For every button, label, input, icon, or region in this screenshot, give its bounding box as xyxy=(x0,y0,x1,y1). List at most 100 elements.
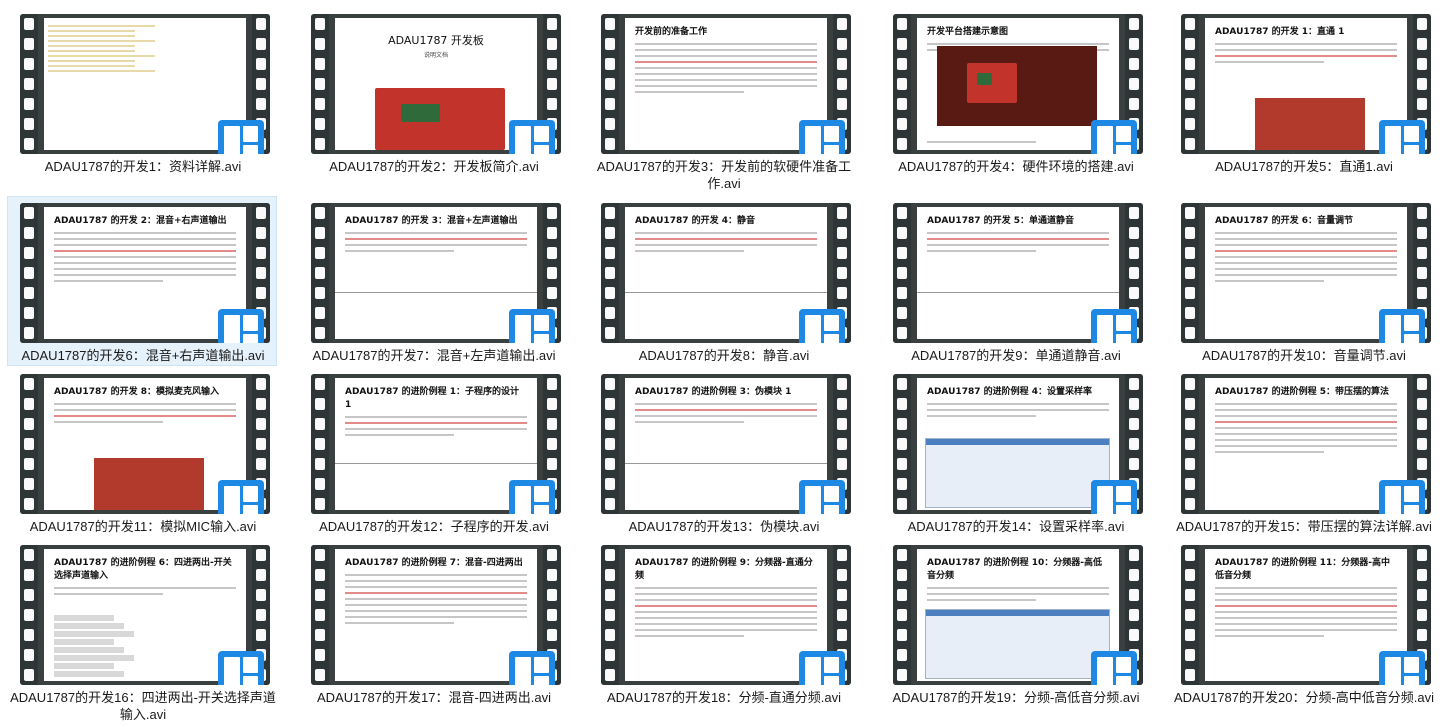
film-hole xyxy=(605,498,615,510)
video-thumbnail[interactable]: ADAU1787 的进阶例程 4：设置采样率 xyxy=(893,374,1143,514)
video-thumbnail[interactable]: ADAU1787 的开发 4：静音 xyxy=(601,203,851,343)
file-item[interactable]: ADAU1787 的开发 5：单通道静音 ADAU1787的开发9：单通道静音.a… xyxy=(880,196,1150,366)
video-thumbnail[interactable]: ADAU1787 的开发 1：直通 1 xyxy=(1181,14,1431,154)
filmstrip-left xyxy=(311,374,329,514)
video-thumbnail[interactable]: ADAU1787 开发板 说明文档 xyxy=(311,14,561,154)
file-item[interactable]: ADAU1787 的开发 4：静音 ADAU1787的开发8：静音.avi xyxy=(588,196,858,366)
file-item[interactable]: 开发前的准备工作 ADAU1787的开发3：开发前的软硬件准备工作.avi xyxy=(588,7,858,191)
file-item[interactable]: ADAU1787 的开发 6：音量调节 ADAU1787的开发10：音量调节.av… xyxy=(1168,196,1438,366)
video-thumbnail[interactable]: ADAU1787 的开发 5：单通道静音 xyxy=(893,203,1143,343)
film-hole xyxy=(256,458,266,470)
video-thumbnail[interactable]: ADAU1787 的进阶例程 5：带压摆的算法 xyxy=(1181,374,1431,514)
film-hole xyxy=(897,378,907,390)
file-item[interactable]: ADAU1787 的进阶例程 4：设置采样率 ADAU1787的开发14：设置采样… xyxy=(880,367,1150,537)
text-line xyxy=(927,593,1109,595)
file-name-label: ADAU1787的开发4：硬件环境的搭建.avi xyxy=(898,159,1134,174)
film-hole xyxy=(897,98,907,110)
filmstrip-left xyxy=(20,203,38,343)
film-hole xyxy=(315,98,325,110)
video-thumbnail[interactable]: ADAU1787 的开发 2：混音+右声道输出 xyxy=(20,203,270,343)
text-line xyxy=(927,141,1037,143)
text-line xyxy=(1215,232,1397,234)
video-thumbnail[interactable]: ADAU1787 的开发 3：混音+左声道输出 xyxy=(311,203,561,343)
film-hole xyxy=(605,78,615,90)
preview-title: ADAU1787 的进阶例程 6：四进两出-开关选择声道输入 xyxy=(54,558,232,581)
text-line xyxy=(635,605,817,607)
film-hole xyxy=(1185,227,1195,239)
film-hole xyxy=(897,58,907,70)
film-hole xyxy=(1185,398,1195,410)
film-hole xyxy=(837,609,847,621)
text-line xyxy=(54,409,236,411)
film-hole xyxy=(837,418,847,430)
preview-title: ADAU1787 的进阶例程 9：分频器-直通分频 xyxy=(635,558,813,581)
file-item[interactable]: ADAU1787 的进阶例程 6：四进两出-开关选择声道输入 ADAU1787的开… xyxy=(7,538,277,722)
video-thumbnail[interactable]: ADAU1787 的开发 8：模拟麦克风输入 xyxy=(20,374,270,514)
file-item[interactable]: ADAU1787 的开发 3：混音+左声道输出 ADAU1787的开发7：混音+左… xyxy=(298,196,568,366)
video-thumbnail[interactable]: 开发前的准备工作 xyxy=(601,14,851,154)
file-name-label: ADAU1787的开发20：分频-高中低音分频.avi xyxy=(1173,690,1435,705)
film-hole xyxy=(1185,247,1195,259)
text-line xyxy=(635,617,817,619)
video-thumbnail[interactable]: ADAU1787 的进阶例程 10：分频器-高低音分频 xyxy=(893,545,1143,685)
film-hole xyxy=(1185,307,1195,319)
film-hole xyxy=(897,458,907,470)
film-hole xyxy=(315,378,325,390)
film-hole xyxy=(315,649,325,661)
file-item[interactable]: ADAU1787 的进阶例程 10：分频器-高低音分频 ADAU1787的开发19… xyxy=(880,538,1150,708)
badge-block xyxy=(1403,486,1419,502)
tree-row xyxy=(54,655,134,661)
video-thumbnail[interactable]: ADAU1787 的进阶例程 7：混音-四进两出 xyxy=(311,545,561,685)
video-thumbnail[interactable]: ADAU1787 的开发 6：音量调节 xyxy=(1181,203,1431,343)
video-thumbnail[interactable]: ADAU1787 的进阶例程 6：四进两出-开关选择声道输入 xyxy=(20,545,270,685)
film-hole xyxy=(605,478,615,490)
film-hole xyxy=(1129,58,1139,70)
file-item[interactable]: ADAU1787的开发1：资料详解.avi xyxy=(7,7,277,177)
film-hole xyxy=(897,418,907,430)
film-hole xyxy=(24,629,34,641)
film-hole xyxy=(605,207,615,219)
text-line xyxy=(345,238,527,240)
badge-block xyxy=(224,315,240,343)
film-hole xyxy=(1185,549,1195,561)
file-item[interactable]: ADAU1787 的开发 8：模拟麦克风输入 ADAU1787的开发11：模拟MI… xyxy=(7,367,277,537)
badge-block xyxy=(823,126,839,142)
video-thumbnail[interactable]: ADAU1787 的进阶例程 9：分频器-直通分频 xyxy=(601,545,851,685)
video-thumbnail[interactable] xyxy=(20,14,270,154)
file-item[interactable]: 开发平台搭建示意图 ADAU1787的开发4：硬件环境的搭建.avi xyxy=(880,7,1150,177)
text-line xyxy=(927,403,1109,405)
file-item[interactable]: ADAU1787 的进阶例程 1：子程序的设计 1 ADAU1787的开发12：子… xyxy=(298,367,568,537)
file-item[interactable]: ADAU1787 开发板 说明文档 ADAU1787的开发2：开发板简介.avi xyxy=(298,7,568,177)
film-hole xyxy=(605,378,615,390)
video-file-type-icon xyxy=(799,309,845,343)
film-hole xyxy=(1185,418,1195,430)
preview-subtitle: 说明文档 xyxy=(423,52,448,59)
video-file-type-icon xyxy=(218,120,264,154)
photo xyxy=(94,458,204,510)
text-line xyxy=(345,416,527,418)
file-item[interactable]: ADAU1787 的进阶例程 5：带压摆的算法 ADAU1787的开发15：带压摆… xyxy=(1168,367,1438,537)
film-hole xyxy=(605,629,615,641)
file-item[interactable]: ADAU1787 的进阶例程 9：分频器-直通分频 ADAU1787的开发18：分… xyxy=(588,538,858,708)
file-item[interactable]: ADAU1787 的进阶例程 7：混音-四进两出 ADAU1787的开发17：混音… xyxy=(298,538,568,708)
file-item[interactable]: ADAU1787 的进阶例程 11：分频器-高中低音分频 ADAU1787的开发2… xyxy=(1168,538,1438,708)
list-row xyxy=(48,60,136,62)
file-item[interactable]: ADAU1787 的开发 1：直通 1 ADAU1787的开发5：直通1.avi xyxy=(1168,7,1438,177)
film-hole xyxy=(256,38,266,50)
film-hole xyxy=(605,458,615,470)
film-hole xyxy=(24,327,34,339)
file-item[interactable]: ADAU1787 的开发 2：混音+右声道输出 ADAU1787的开发6：混音+右… xyxy=(7,196,277,366)
video-thumbnail[interactable]: ADAU1787 的进阶例程 3：伪模块 1 xyxy=(601,374,851,514)
video-thumbnail[interactable]: 开发平台搭建示意图 xyxy=(893,14,1143,154)
film-hole xyxy=(1417,398,1427,410)
text-line xyxy=(635,43,817,45)
preview-title: 开发前的准备工作 xyxy=(635,27,708,37)
text-line xyxy=(1215,605,1397,607)
file-name-label: ADAU1787的开发1：资料详解.avi xyxy=(44,159,242,174)
video-thumbnail[interactable]: ADAU1787 的进阶例程 11：分频器-高中低音分频 xyxy=(1181,545,1431,685)
video-thumbnail[interactable]: ADAU1787 的进阶例程 1：子程序的设计 1 xyxy=(311,374,561,514)
file-item[interactable]: ADAU1787 的进阶例程 3：伪模块 1 ADAU1787的开发13：伪模块.… xyxy=(588,367,858,537)
badge-block xyxy=(515,486,531,514)
film-hole xyxy=(24,589,34,601)
film-hole xyxy=(24,398,34,410)
